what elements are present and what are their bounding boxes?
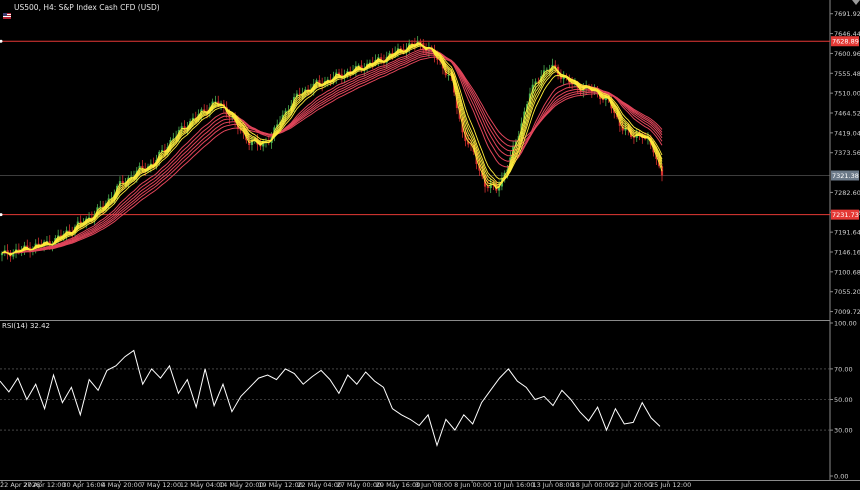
time-tick-label: 3 Jun 08:00 xyxy=(415,481,452,489)
rsi-line xyxy=(0,349,661,448)
price-tick-label: 7373.56 xyxy=(834,149,860,157)
chart-shift-marker[interactable] xyxy=(852,0,860,5)
time-tick-label: 27 May 00:00 xyxy=(337,481,382,489)
us-flag-icon xyxy=(3,4,11,19)
candle-body xyxy=(447,75,450,76)
current-price-label: 7321.38 xyxy=(832,172,859,180)
candle-body xyxy=(486,186,489,189)
lower_level-handle xyxy=(0,213,3,217)
time-tick-label: 7 May 12:00 xyxy=(141,481,181,489)
time-tick-label: 22 May 04:00 xyxy=(297,481,342,489)
time-tick-label: 10 Jun 16:00 xyxy=(493,481,534,489)
rsi-tick-label: 0.00 xyxy=(834,473,848,481)
time-tick-label: 4 May 20:00 xyxy=(102,481,142,489)
time-tick-label: 14 May 20:00 xyxy=(219,481,264,489)
price-tick-label: 7191.64 xyxy=(834,229,860,237)
candle-body xyxy=(99,206,102,208)
time-tick-label: 22 Jun 20:00 xyxy=(611,481,652,489)
rsi-tick-label: 30.00 xyxy=(834,427,853,435)
time-tick-label: 27 Apr 12:00 xyxy=(23,481,65,489)
time-tick-label: 12 May 04:00 xyxy=(180,481,225,489)
price-tick-label: 7419.04 xyxy=(834,129,860,137)
price-tick-label: 7146.16 xyxy=(834,249,860,257)
upper_level-label: 7628.89 xyxy=(832,38,859,46)
chart-title: US500, H4: S&P Index Cash CFD (USD) xyxy=(14,3,160,12)
time-tick-label: 29 May 16:00 xyxy=(376,481,421,489)
price-tick-label: 7555.48 xyxy=(834,70,860,78)
rsi-tick-label: 50.00 xyxy=(834,396,853,404)
price-tick-label: 7600.96 xyxy=(834,50,860,58)
rsi-tick-label: 100.00 xyxy=(834,320,857,328)
lower_level-label: 7231.73 xyxy=(832,211,859,219)
price-tick-label: 7691.92 xyxy=(834,10,860,18)
chart-symbol: US500, H4: xyxy=(14,3,57,12)
rsi-label: RSI(14) 32.42 xyxy=(2,322,51,330)
chart-description: S&P Index Cash CFD (USD) xyxy=(58,3,160,12)
time-tick-label: 19 May 12:00 xyxy=(258,481,303,489)
time-tick-label: 8 Jun 00:00 xyxy=(454,481,491,489)
price-tick-label: 7510.00 xyxy=(834,90,860,98)
rsi-tick-label: 70.00 xyxy=(834,365,853,373)
time-tick-label: 25 Jun 12:00 xyxy=(650,481,691,489)
upper_level-handle xyxy=(0,39,3,43)
time-tick-label: 30 Apr 16:00 xyxy=(62,481,104,489)
chart-canvas: 7691.927646.447600.967555.487510.007464.… xyxy=(0,0,860,489)
price-tick-label: 7464.52 xyxy=(834,109,860,117)
price-tick-label: 7100.68 xyxy=(834,268,860,276)
time-tick-label: 18 Jun 00:00 xyxy=(572,481,613,489)
price-tick-label: 7055.20 xyxy=(834,288,860,296)
time-tick-label: 13 Jun 08:00 xyxy=(532,481,573,489)
price-tick-label: 7282.60 xyxy=(834,189,860,197)
price-tick-label: 7009.72 xyxy=(834,308,860,316)
slow-ma-line xyxy=(1,56,663,254)
